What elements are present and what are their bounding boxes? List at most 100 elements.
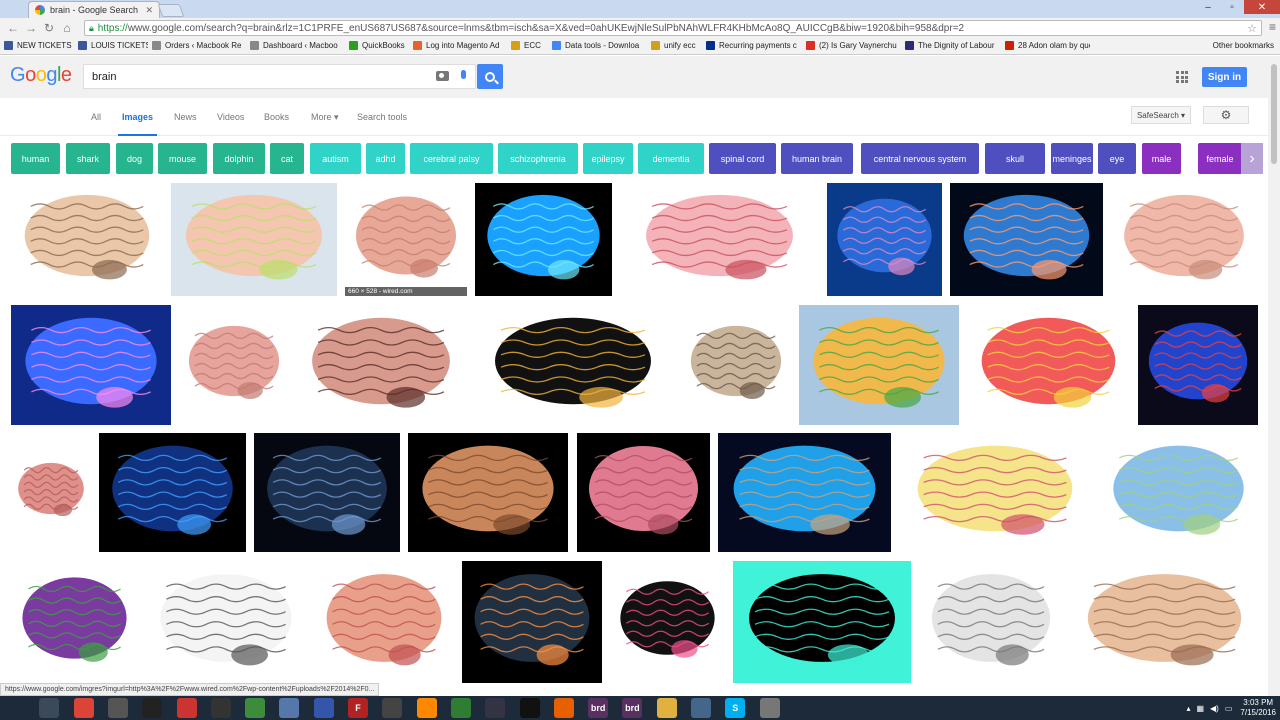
bookmark-item[interactable]: 28 Adon olam by que <box>1005 41 1090 50</box>
bookmark-item[interactable]: NEW TICKETS <box>4 41 74 50</box>
image-result-brain-nervous-system-chart[interactable] <box>799 305 959 425</box>
taskbar-app-5-icon[interactable] <box>176 698 197 718</box>
chip-dog[interactable]: dog <box>116 143 153 174</box>
image-result-head-silhouette-blue[interactable] <box>827 183 942 296</box>
bookmark-item[interactable]: ECC <box>511 41 548 50</box>
image-result-glowing-brain-head[interactable] <box>11 305 171 425</box>
chip-schizophrenia[interactable]: schizophrenia <box>498 143 578 174</box>
chip-skull[interactable]: skull <box>985 143 1045 174</box>
chip-dementia[interactable]: dementia <box>638 143 704 174</box>
taskbar-app-9-icon[interactable] <box>313 698 334 718</box>
bookmark-item[interactable]: QuickBooks <box>349 41 409 50</box>
taskbar-excel-icon[interactable] <box>450 698 471 718</box>
close-tab-icon[interactable]: ✕ <box>145 5 153 16</box>
chip-eye[interactable]: eye <box>1098 143 1136 174</box>
forward-arrow-icon[interactable]: → <box>22 21 40 35</box>
sign-in-button[interactable]: Sign in <box>1202 67 1247 87</box>
google-logo[interactable]: Google <box>10 64 72 87</box>
other-bookmarks[interactable]: Other bookmarks <box>1213 41 1274 50</box>
bookmark-item[interactable]: (2) Is Gary Vaynerchu <box>806 41 901 50</box>
image-result-large-pink-brain[interactable] <box>297 305 465 425</box>
taskbar-task-view-icon[interactable] <box>39 698 60 718</box>
chip-central-nervous-system[interactable]: central nervous system <box>861 143 979 174</box>
taskbar-app-3-icon[interactable] <box>107 698 128 718</box>
taskbar-brd-1-icon[interactable]: brd <box>588 698 609 718</box>
image-result-lateral-view-labeled[interactable] <box>1099 433 1258 552</box>
taskbar-explorer-icon[interactable] <box>656 698 677 718</box>
image-result-gray-sketch-brain[interactable] <box>919 561 1063 683</box>
image-result-sagittal-labeled-yellow[interactable] <box>899 433 1091 552</box>
apps-grid-icon[interactable] <box>1176 71 1188 83</box>
image-result-midline-brain[interactable] <box>314 561 454 683</box>
chip-spinal-cord[interactable]: spinal cord <box>709 143 776 174</box>
chip-epilepsy[interactable]: epilepsy <box>583 143 633 174</box>
network-icon[interactable]: ▦ <box>1196 704 1204 713</box>
bookmark-item[interactable]: Recurring payments c <box>706 41 802 50</box>
image-result-realistic-tan-brain[interactable] <box>408 433 568 552</box>
tab-all[interactable]: All <box>91 112 101 122</box>
bookmark-item[interactable]: Dashboard ‹ Macboo <box>250 41 345 50</box>
taskbar-app-11-icon[interactable] <box>382 698 403 718</box>
scrollbar-thumb[interactable] <box>1271 64 1277 164</box>
chevron-right-icon[interactable]: › <box>1241 143 1263 174</box>
taskbar-app-14-icon[interactable] <box>485 698 506 718</box>
address-bar[interactable]: 🔒︎ https:// www.google.com/search?q=brai… <box>84 20 1262 36</box>
image-result-neurons-glow-brain[interactable] <box>462 561 602 683</box>
chip-dolphin[interactable]: dolphin <box>213 143 265 174</box>
tab-videos[interactable]: Videos <box>217 112 244 122</box>
taskbar-app-20-icon[interactable] <box>691 698 711 718</box>
image-result-pink-brain-stem[interactable] <box>11 433 91 552</box>
chrome-menu-icon[interactable]: ≡ <box>1269 20 1276 34</box>
image-result-lobes-color-labeled[interactable] <box>11 561 138 683</box>
chip-cat[interactable]: cat <box>270 143 304 174</box>
taskbar-app-8-icon[interactable] <box>279 698 300 718</box>
chip-meninges[interactable]: meninges <box>1051 143 1093 174</box>
tab-more[interactable]: More ▾ <box>311 112 339 123</box>
taskbar-app-7-icon[interactable] <box>245 698 266 718</box>
settings-gear-icon[interactable]: ⚙ <box>1203 106 1249 124</box>
bookmark-item[interactable]: Log into Magento Ad <box>413 41 507 50</box>
search-input[interactable]: brain <box>83 64 476 89</box>
image-result-colored-lobes-labeled[interactable] <box>967 305 1130 425</box>
reload-icon[interactable]: ↻ <box>40 21 58 35</box>
image-result-sagittal-illustration[interactable] <box>11 183 163 296</box>
image-result-blue-neon-brain[interactable] <box>475 183 612 296</box>
image-result-small-pink-brain[interactable] <box>179 305 289 425</box>
bookmark-item[interactable]: The Dignity of Labour <box>905 41 1001 50</box>
taskbar-app-6-icon[interactable] <box>210 698 231 718</box>
tab-books[interactable]: Books <box>264 112 289 122</box>
vertical-scrollbar[interactable] <box>1268 56 1280 696</box>
tray-arrow-icon[interactable]: ▴ <box>1186 704 1190 713</box>
tab-images[interactable]: Images <box>117 112 158 136</box>
close-window-icon[interactable]: ✕ <box>1244 0 1280 14</box>
taskbar-cmd-icon[interactable] <box>519 698 540 718</box>
chip-adhd[interactable]: adhd <box>366 143 405 174</box>
clock[interactable]: 3:03 PM 7/15/2016 <box>1240 698 1276 718</box>
taskbar-app-22-icon[interactable] <box>759 698 780 718</box>
taskbar-vlc-icon[interactable] <box>416 698 437 718</box>
image-result-top-view-red-brain[interactable] <box>620 183 819 296</box>
chip-male[interactable]: male <box>1142 143 1181 174</box>
bookmark-star-icon[interactable]: ☆ <box>1247 22 1257 35</box>
volume-icon[interactable]: ◀) <box>1210 704 1219 713</box>
chip-female[interactable]: female <box>1198 143 1242 174</box>
image-result-labeled-lobes-diagram[interactable] <box>171 183 337 296</box>
action-center-icon[interactable]: ▭ <box>1225 704 1233 713</box>
safesearch-button[interactable]: SafeSearch ▾ <box>1131 106 1191 124</box>
taskbar-app-obs-icon[interactable] <box>142 698 163 718</box>
back-arrow-icon[interactable]: ← <box>4 21 22 35</box>
image-result-labeled-brain-sagittal[interactable] <box>1071 561 1258 683</box>
image-result-pink-brain[interactable] <box>345 183 467 296</box>
chip-human-brain[interactable]: human brain <box>781 143 853 174</box>
taskbar-brd-2-icon[interactable]: brd <box>622 698 643 718</box>
image-result-underside-brain[interactable] <box>681 305 791 425</box>
taskbar-firefox-icon[interactable] <box>553 698 574 718</box>
chip-human[interactable]: human <box>11 143 60 174</box>
chip-autism[interactable]: autism <box>310 143 361 174</box>
home-icon[interactable]: ⌂ <box>58 21 76 35</box>
browser-tab[interactable]: brain - Google Search ✕ <box>28 1 160 18</box>
camera-icon[interactable] <box>436 71 449 81</box>
image-result-multicolor-head-dark[interactable] <box>1138 305 1258 425</box>
taskbar-skype-icon[interactable]: S <box>725 698 746 718</box>
bookmark-item[interactable]: unify ecc <box>651 41 702 50</box>
